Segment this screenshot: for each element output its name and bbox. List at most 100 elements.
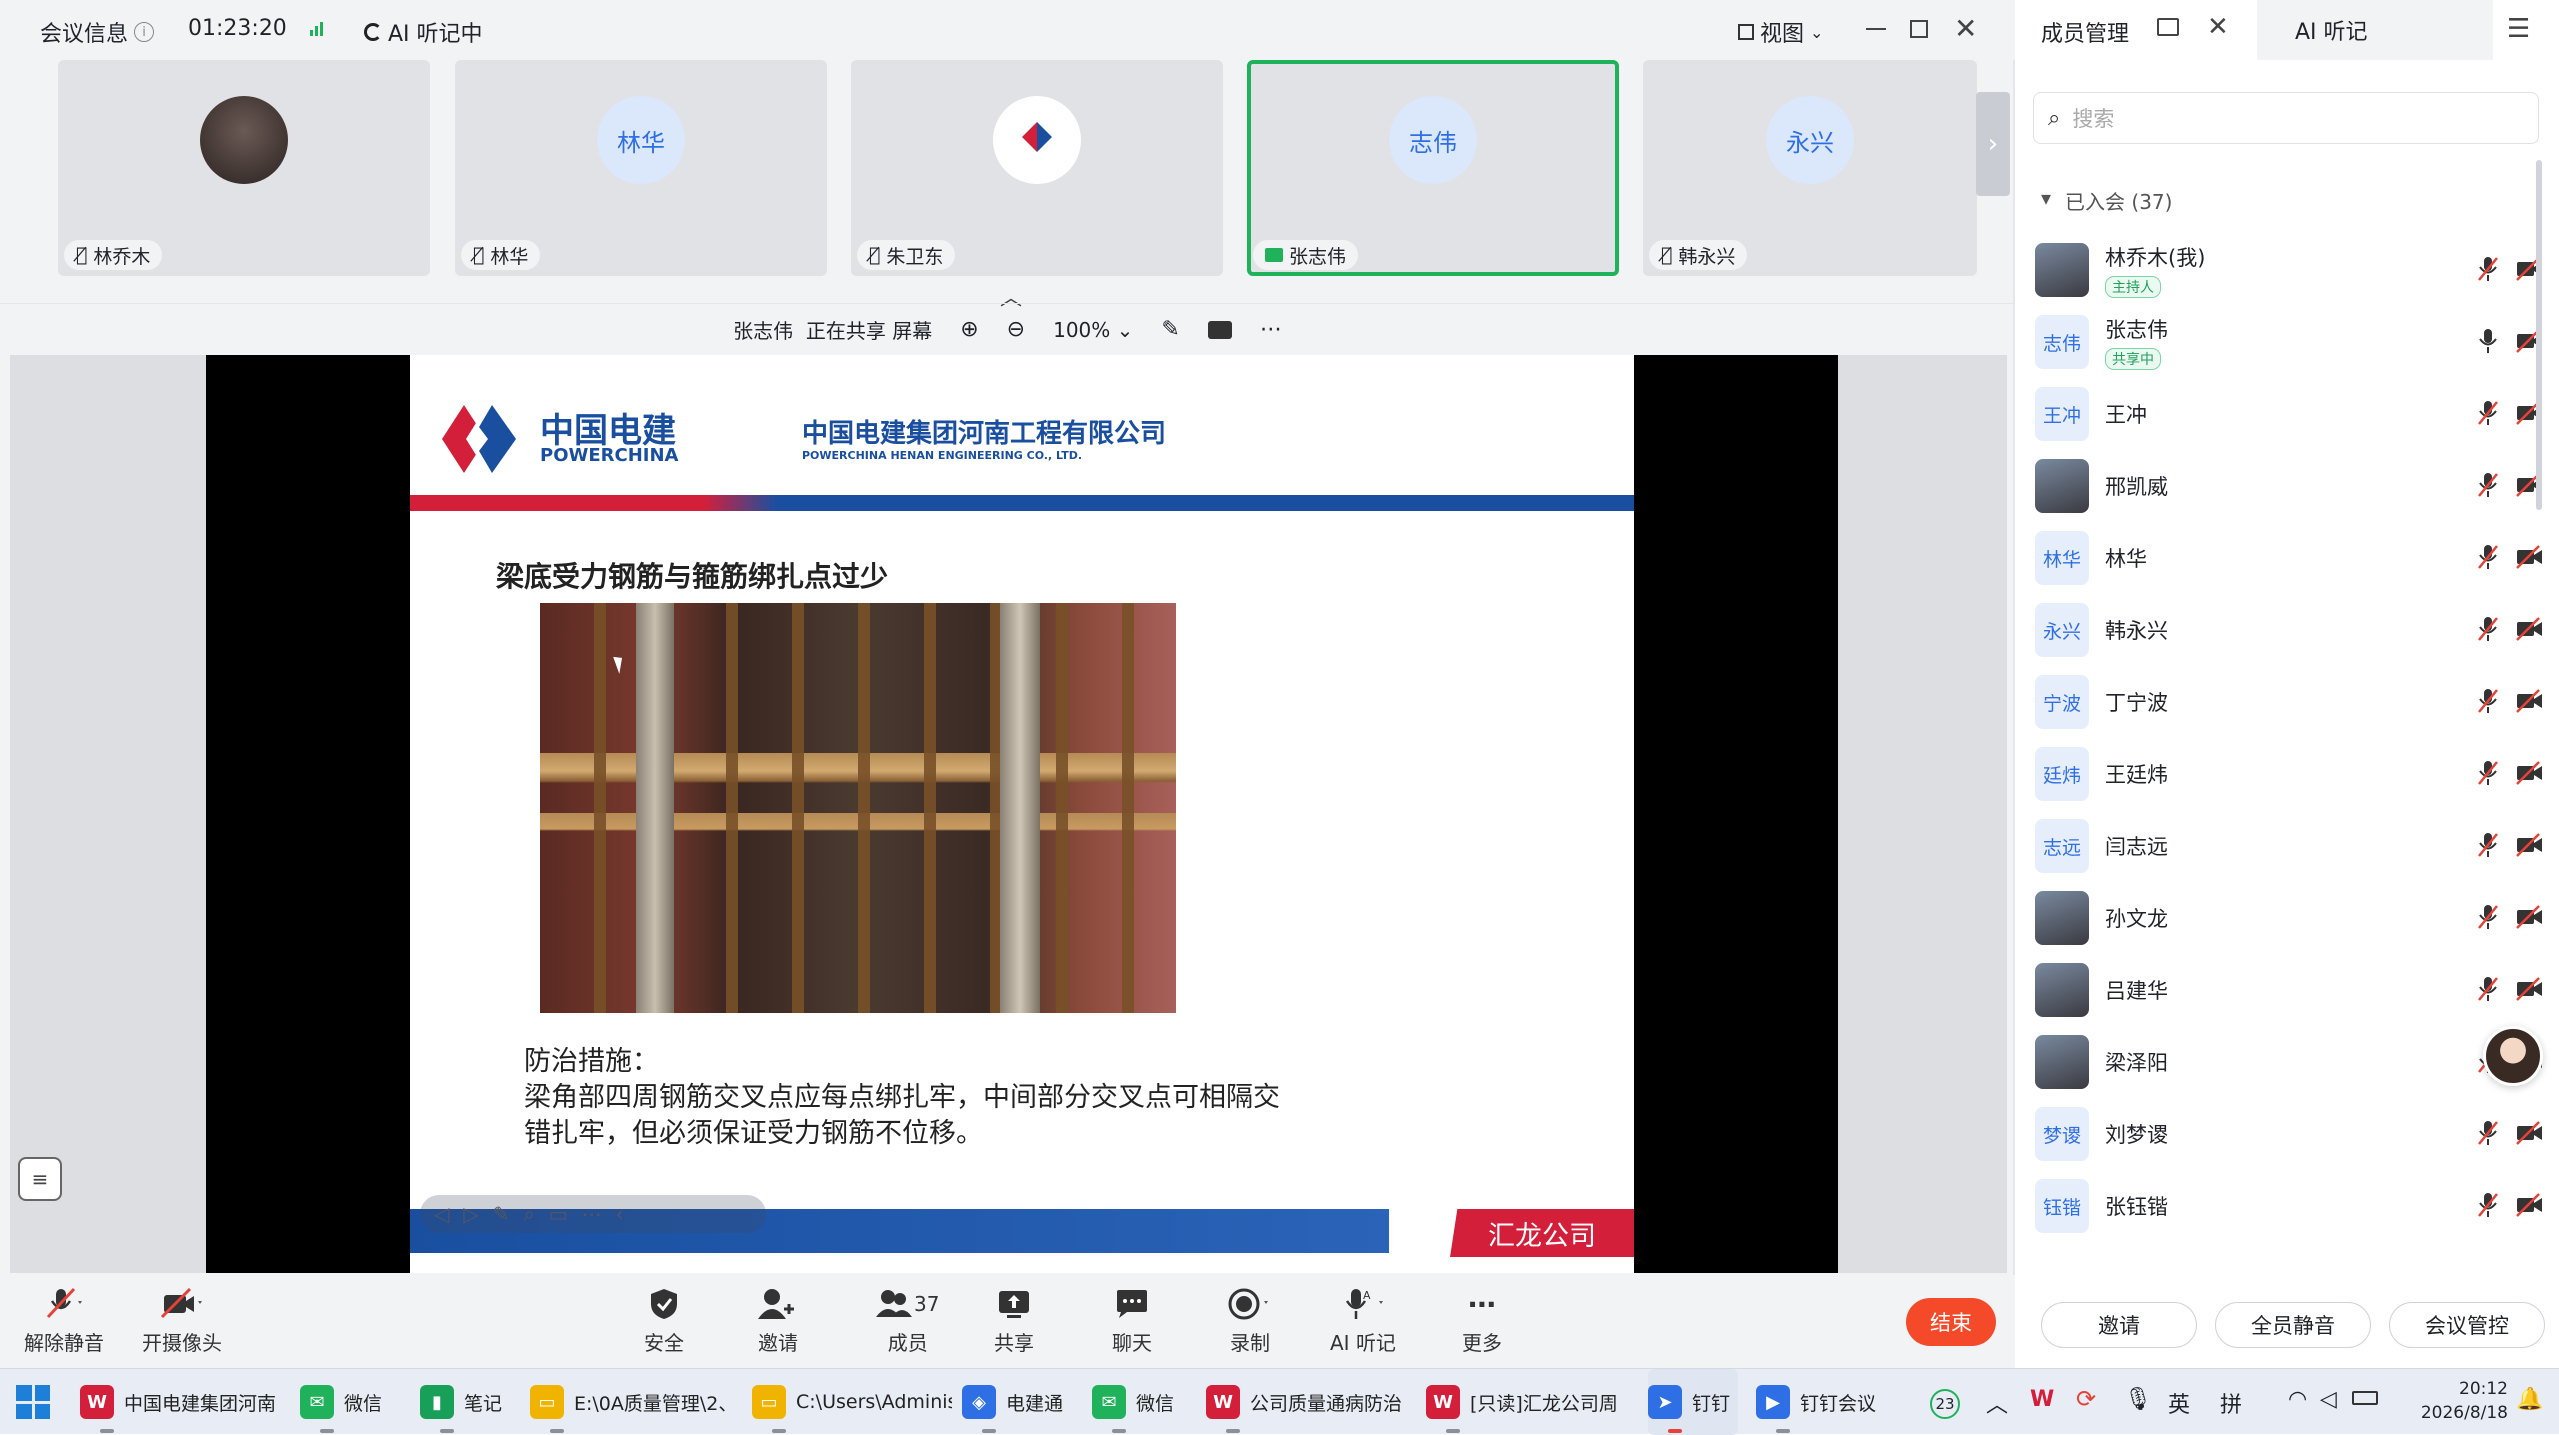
bell-icon[interactable]: 🔔 [2516,1387,2543,1412]
sync-tray-icon[interactable]: ⟳ [2076,1385,2096,1413]
taskbar-item[interactable]: W 公司质量通病防治 [1206,1369,1406,1435]
camera-off-icon[interactable] [2515,1192,2545,1222]
zoom-out-icon[interactable]: ⊖ [1007,317,1025,342]
member-row[interactable]: 吕建华 [2035,958,2555,1022]
prev-slide-icon[interactable]: ◁ [434,1202,449,1226]
clock[interactable]: 20:12 2026/8/18 [2408,1377,2508,1425]
members-button[interactable]: 37 成员 [876,1287,939,1356]
camera-off-icon[interactable] [2515,760,2545,790]
member-row[interactable]: 钰锴 张钰锴 [2035,1174,2555,1238]
more-icon[interactable]: ⋯ [582,1202,602,1226]
taskbar-item[interactable]: ▮ 笔记 [420,1369,520,1435]
zoom-select[interactable]: 100% ⌄ [1053,318,1133,342]
camera-button[interactable]: 开摄像头 [142,1287,222,1356]
volume-icon[interactable]: ◁ [2320,1387,2337,1412]
camera-off-icon[interactable] [2515,688,2545,718]
participant-tile[interactable]: 永兴 🎙̸ 韩永兴 [1643,60,1977,276]
taskbar-item[interactable]: ✉ 微信 [300,1369,400,1435]
mute-all-button[interactable]: 全员静音 [2215,1302,2371,1348]
participant-tile[interactable]: 🎙̸ 朱卫东 [851,60,1223,276]
mic-muted-icon[interactable] [2477,616,2499,646]
taskbar-item[interactable]: ◈ 电建通 [962,1369,1072,1435]
mic-muted-icon[interactable] [2477,976,2499,1006]
tray-expand-icon[interactable]: ︿ [1986,1387,2008,1419]
collapse-icon[interactable]: ‹ [616,1202,624,1226]
taskbar-item[interactable]: W [只读]汇龙公司周 [1426,1369,1626,1435]
mic-muted-icon[interactable] [2477,256,2499,286]
member-row[interactable]: 邢凯威 [2035,454,2555,518]
ai-notes-status[interactable]: AI 听记中 [364,16,483,48]
close-panel-icon[interactable]: ✕ [2207,12,2229,42]
screen-icon[interactable]: ▭ [549,1202,568,1226]
camera-off-icon[interactable] [2515,976,2545,1006]
participant-tile[interactable]: 林华 🎙̸ 林华 [455,60,827,276]
mic-on-icon[interactable] [2477,328,2499,358]
next-slide-icon[interactable]: ▷ [463,1202,478,1226]
annotate-pen-icon[interactable]: ✎ [1161,317,1179,342]
participant-tile[interactable]: 🎙̸ 林乔木 [58,60,430,276]
share-button[interactable]: 共享 [994,1287,1034,1356]
windows-start-icon[interactable] [16,1385,50,1419]
taskbar-item[interactable]: ▭ E:\0A质量管理\2、 [530,1369,730,1435]
member-row[interactable]: 志伟 张志伟 共享中 [2035,310,2555,374]
minimize-icon[interactable] [1866,28,1886,30]
end-meeting-button[interactable]: 结束 [1906,1298,1996,1346]
zoom-icon[interactable]: ⌕ [524,1202,535,1226]
mic-muted-icon[interactable] [2477,832,2499,862]
member-row[interactable]: 志远 闫志远 [2035,814,2555,878]
popout-icon[interactable] [2157,18,2179,36]
wps-tray-icon[interactable]: W [2030,1387,2054,1412]
more-button[interactable]: ⋯ 更多 [1462,1287,1502,1356]
mic-muted-icon[interactable] [2477,760,2499,790]
zoom-in-icon[interactable]: ⊕ [960,317,978,342]
member-row[interactable]: 王冲 王冲 [2035,382,2555,446]
remote-control-icon[interactable] [1207,320,1232,339]
member-row[interactable]: 永兴 韩永兴 [2035,598,2555,662]
close-icon[interactable]: ✕ [1954,12,1977,45]
security-button[interactable]: 安全 [644,1287,684,1356]
member-row[interactable]: 廷炜 王廷炜 [2035,742,2555,806]
invite-button[interactable]: 邀请 [758,1287,798,1356]
camera-off-icon[interactable] [2515,616,2545,646]
mic-muted-icon[interactable] [2477,400,2499,430]
joined-section-toggle[interactable]: ▾ 已入会 (37) [2041,186,2172,215]
member-row[interactable]: 梁泽阳 [2035,1030,2555,1094]
ai-notes-button[interactable]: A AI 听记 [1330,1287,1396,1356]
ime-lang[interactable]: 英 [2168,1387,2190,1419]
member-row[interactable]: 林华 林华 [2035,526,2555,590]
member-row[interactable]: 宁波 丁宁波 [2035,670,2555,734]
notification-badge[interactable]: 23 [1930,1389,1960,1419]
notes-icon[interactable]: ≡ [18,1157,62,1201]
mic-muted-icon[interactable] [2477,1192,2499,1222]
unmute-button[interactable]: 解除静音 [24,1287,104,1356]
tab-ai-notes[interactable]: AI 听记 [2257,0,2493,60]
pen-icon[interactable]: ✎ [493,1202,510,1226]
mic-muted-icon[interactable] [2477,688,2499,718]
search-input[interactable]: ⌕ 搜索 [2033,92,2539,144]
mic-tray-icon[interactable]: 🎙 [2124,1387,2152,1412]
participant-tile-active[interactable]: 志伟 张志伟 [1247,60,1619,276]
record-button[interactable]: 录制 [1228,1287,1272,1356]
taskbar-item[interactable]: ✉ 微信 [1092,1369,1192,1435]
invite-button[interactable]: 邀请 [2041,1302,2197,1348]
battery-icon[interactable] [2352,1391,2378,1405]
taskbar-item[interactable]: ➤ 钉钉 [1648,1369,1738,1435]
restore-icon[interactable] [1910,20,1928,38]
mic-muted-icon[interactable] [2477,1120,2499,1150]
mic-muted-icon[interactable] [2477,904,2499,934]
member-row[interactable]: 孙文龙 [2035,886,2555,950]
slideshow-controls[interactable]: ◁ ▷ ✎ ⌕ ▭ ⋯ ‹ [420,1195,766,1233]
mic-muted-icon[interactable] [2477,544,2499,574]
meeting-control-button[interactable]: 会议管控 [2389,1302,2545,1348]
view-button[interactable]: 视图 ⌄ [1738,16,1823,48]
chat-button[interactable]: 聊天 [1112,1287,1152,1356]
taskbar-item[interactable]: ▭ C:\Users\Adminis [752,1369,952,1435]
scroll-right-button[interactable]: › [1976,92,2010,196]
meeting-info-button[interactable]: 会议信息 i [40,16,155,48]
camera-off-icon[interactable] [2515,1120,2545,1150]
tab-members[interactable]: 成员管理 [2041,16,2129,48]
wifi-icon[interactable]: ◠ [2288,1387,2307,1412]
camera-off-icon[interactable] [2515,832,2545,862]
more-icon[interactable]: ⋯ [1260,317,1282,342]
camera-off-icon[interactable] [2515,544,2545,574]
